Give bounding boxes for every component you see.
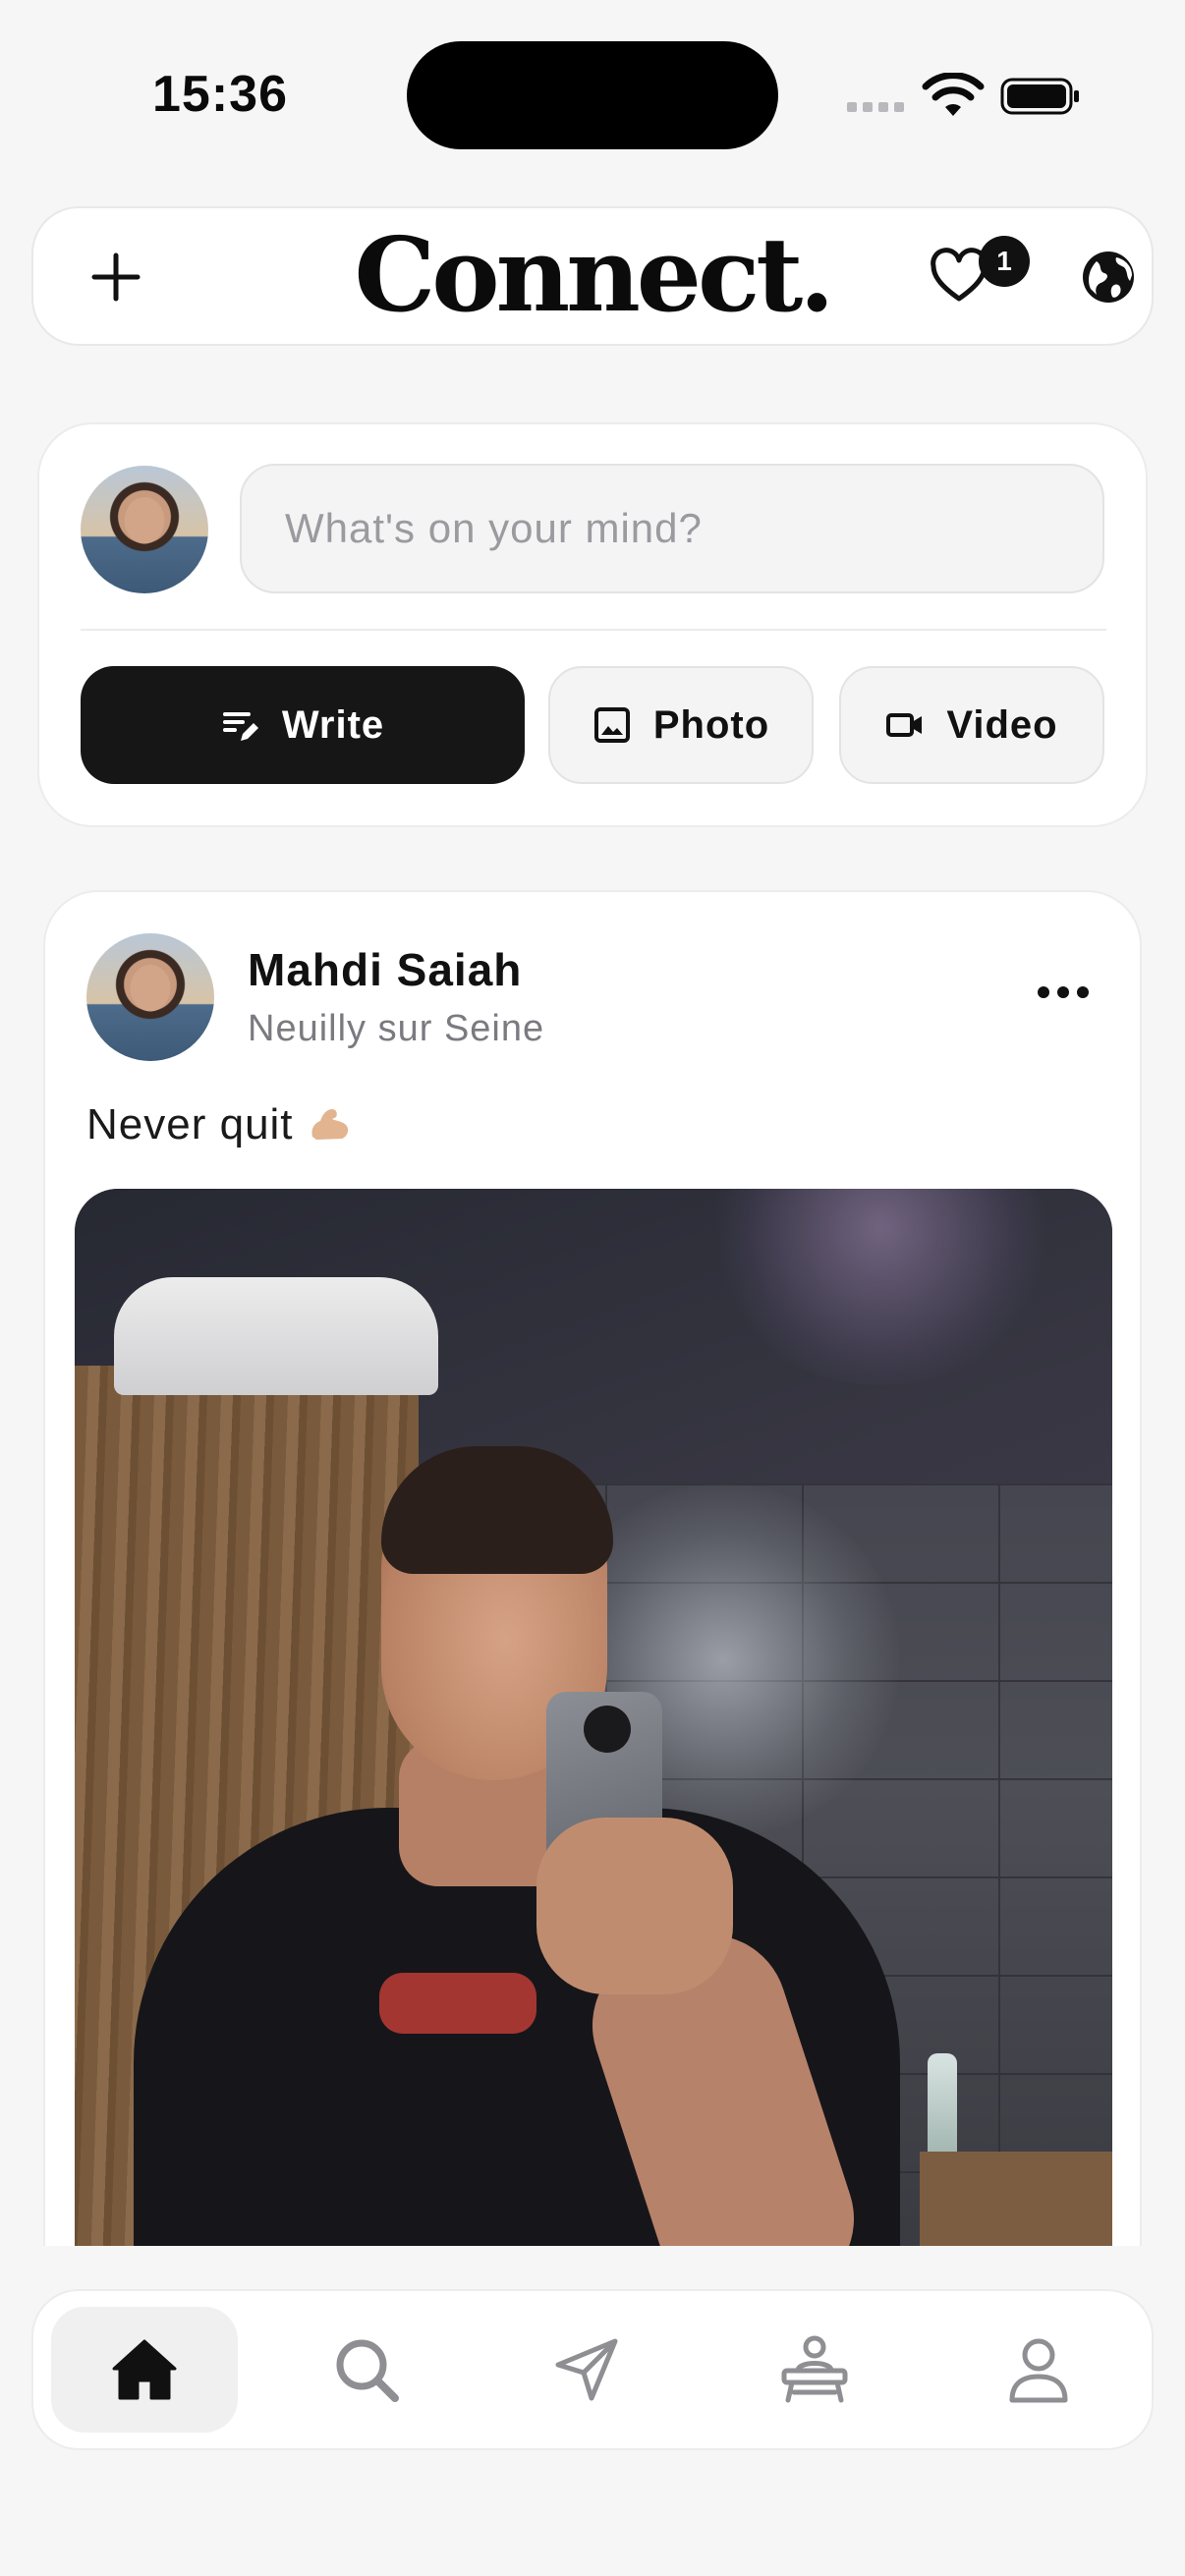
- photo-label: Photo: [652, 702, 770, 747]
- write-button[interactable]: Write: [81, 666, 525, 784]
- notification-badge: 1: [979, 236, 1030, 287]
- tab-profile[interactable]: [945, 2307, 1132, 2433]
- video-label: Video: [946, 702, 1058, 747]
- send-icon: [555, 2338, 618, 2401]
- status-time: 15:36: [152, 66, 288, 123]
- cellular-signal-icon: [847, 102, 904, 112]
- bottom-tab-bar: [31, 2289, 1154, 2450]
- compose-icon: [222, 712, 258, 741]
- photo-button[interactable]: Photo: [548, 666, 814, 784]
- post-location: Neuilly sur Seine: [248, 1008, 545, 1049]
- image-icon: [593, 707, 630, 743]
- battery-icon: [1000, 78, 1079, 115]
- avatar[interactable]: [81, 466, 208, 593]
- globe-icon[interactable]: [1077, 246, 1140, 308]
- caption-text: Never quit: [86, 1100, 294, 1148]
- status-input[interactable]: What's on your mind?: [240, 464, 1104, 593]
- profile-icon: [1009, 2338, 1068, 2403]
- tab-search[interactable]: [273, 2307, 460, 2433]
- tab-home[interactable]: [51, 2307, 238, 2433]
- post-caption: Never quit: [86, 1100, 352, 1149]
- flexed-biceps-icon: [311, 1109, 348, 1140]
- dynamic-island: [407, 41, 778, 149]
- app-screen: 15:36 Connect. 1 What's on your mind? Wr…: [0, 0, 1185, 2576]
- top-header: Connect. 1: [31, 206, 1154, 346]
- post-image[interactable]: [75, 1189, 1112, 2246]
- post-composer: What's on your mind? Write Photo Video: [37, 422, 1148, 827]
- author-avatar[interactable]: [86, 933, 214, 1061]
- post-card: Mahdi Saiah Neuilly sur Seine Never quit: [43, 890, 1142, 2246]
- desk-icon: [781, 2335, 848, 2403]
- tab-messages[interactable]: [495, 2307, 682, 2433]
- home-icon: [112, 2339, 177, 2400]
- tab-workspace[interactable]: [721, 2307, 908, 2433]
- wifi-icon: [922, 73, 985, 116]
- author-name[interactable]: Mahdi Saiah: [248, 943, 522, 996]
- video-button[interactable]: Video: [839, 666, 1104, 784]
- write-label: Write: [281, 702, 385, 747]
- divider: [81, 629, 1106, 631]
- more-options-icon[interactable]: [1038, 986, 1089, 998]
- video-camera-icon: [886, 713, 923, 737]
- search-icon: [336, 2339, 399, 2402]
